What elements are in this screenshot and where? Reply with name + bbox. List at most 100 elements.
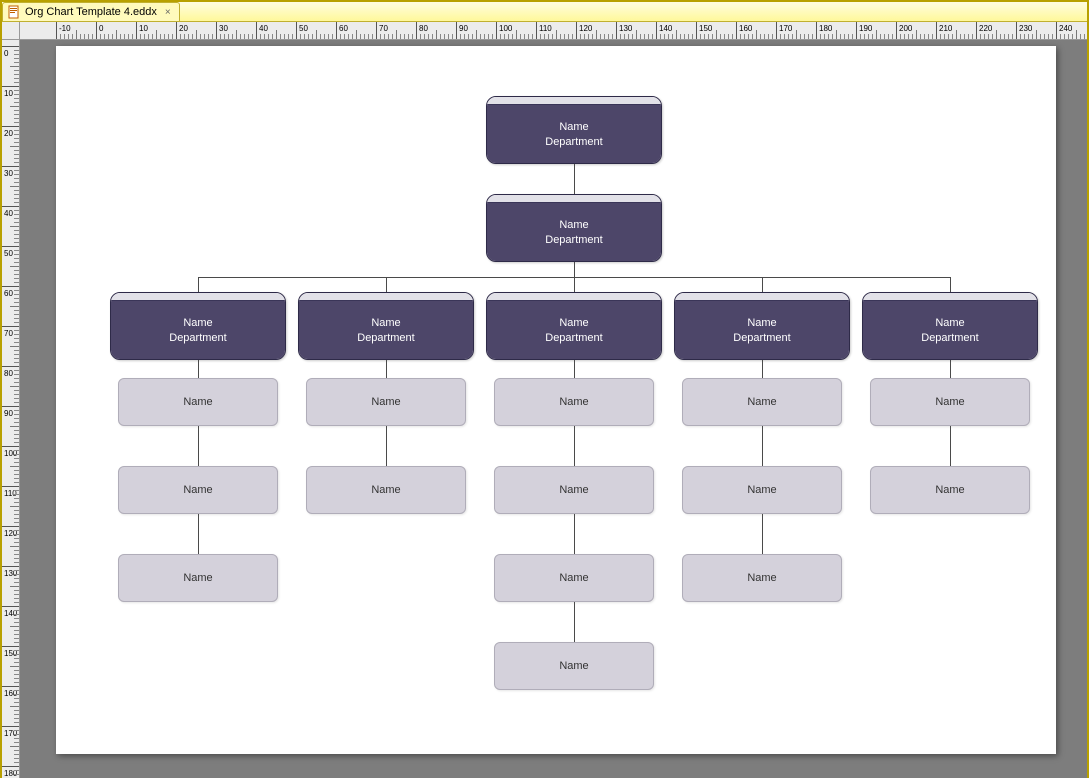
org-col-2-name-0[interactable]: Name	[494, 378, 654, 426]
ruler-h-tick: 190	[856, 22, 857, 40]
org-col-2-name-1[interactable]: Name	[494, 466, 654, 514]
ruler-v-tick: 170	[2, 726, 20, 727]
ruler-v-minor	[14, 270, 19, 271]
canvas-area[interactable]: NameDepartmentNameDepartmentNameDepartme…	[20, 40, 1087, 778]
ruler-h-minor	[108, 34, 109, 39]
page[interactable]: NameDepartmentNameDepartmentNameDepartme…	[56, 46, 1056, 754]
ruler-v-minor	[14, 298, 19, 299]
ruler-h-minor	[788, 34, 789, 39]
ruler-h-minor	[836, 30, 837, 39]
ruler-h-minor	[784, 34, 785, 39]
ruler-v-tick: 110	[2, 486, 20, 487]
ruler-v-tick: 160	[2, 686, 20, 687]
ruler-h-minor	[144, 34, 145, 39]
org-col-3-name-1[interactable]: Name	[682, 466, 842, 514]
dept-cap	[863, 293, 1037, 301]
ruler-h-tick: 180	[816, 22, 817, 40]
ruler-v-minor	[14, 614, 19, 615]
ruler-v-tick: 180	[2, 766, 20, 767]
ruler-h-minor	[828, 34, 829, 39]
ruler-h-minor	[668, 34, 669, 39]
ruler-h-minor	[800, 34, 801, 39]
ruler-h-minor	[1084, 34, 1085, 39]
ruler-h-minor	[948, 34, 949, 39]
ruler-h-minor	[752, 34, 753, 39]
ruler-h-tick: 200	[896, 22, 897, 40]
ruler-h-minor	[448, 34, 449, 39]
connector-line	[574, 514, 575, 554]
ruler-h-minor	[156, 30, 157, 39]
org-col-1-name-0[interactable]: Name	[306, 378, 466, 426]
ruler-h-minor	[568, 34, 569, 39]
dept-cap	[111, 293, 285, 301]
org-col-3-name-2[interactable]: Name	[682, 554, 842, 602]
ruler-h-minor	[848, 34, 849, 39]
ruler-h-minor	[508, 34, 509, 39]
close-icon[interactable]: ×	[165, 7, 171, 18]
org-second[interactable]: NameDepartment	[486, 194, 662, 262]
ruler-h-tick: 60	[336, 22, 337, 40]
ruler-v-minor	[14, 630, 19, 631]
ruler-v-minor	[10, 226, 19, 227]
connector-line	[198, 277, 199, 292]
ruler-h-minor	[396, 30, 397, 39]
org-col-4-dept[interactable]: NameDepartment	[862, 292, 1038, 360]
ruler-h-minor	[1060, 34, 1061, 39]
name-label: Name	[935, 484, 964, 496]
ruler-h-minor	[64, 34, 65, 39]
org-col-0-dept[interactable]: NameDepartment	[110, 292, 286, 360]
ruler-h-minor	[640, 34, 641, 39]
ruler-v-minor	[14, 82, 19, 83]
ruler-v-minor	[14, 650, 19, 651]
ruler-h-tick: 110	[536, 22, 537, 40]
org-col-0-name-0[interactable]: Name	[118, 378, 278, 426]
ruler-h-minor	[1008, 34, 1009, 39]
ruler-horizontal[interactable]: -100102030405060708090100110120130140150…	[20, 22, 1087, 40]
connector-line	[574, 602, 575, 642]
ruler-vertical[interactable]: 0102030405060708090100110120130140150160…	[2, 40, 20, 778]
ruler-h-minor	[476, 30, 477, 39]
ruler-h-minor	[804, 34, 805, 39]
dept-cap	[299, 293, 473, 301]
dept-name-label: Name	[371, 316, 400, 331]
document-tab[interactable]: Org Chart Template 4.eddx ×	[2, 2, 180, 21]
ruler-v-minor	[14, 690, 19, 691]
ruler-h-minor	[880, 34, 881, 39]
ruler-h-minor	[268, 34, 269, 39]
org-col-0-name-2[interactable]: Name	[118, 554, 278, 602]
ruler-v-minor	[14, 234, 19, 235]
ruler-h-minor	[904, 34, 905, 39]
ruler-h-minor	[224, 34, 225, 39]
ruler-v-minor	[14, 618, 19, 619]
org-col-2-name-3[interactable]: Name	[494, 642, 654, 690]
ruler-h-minor	[964, 34, 965, 39]
ruler-h-minor	[124, 34, 125, 39]
ruler-v-minor	[14, 730, 19, 731]
org-col-2-dept[interactable]: NameDepartment	[486, 292, 662, 360]
org-col-4-name-0[interactable]: Name	[870, 378, 1030, 426]
org-col-0-name-1[interactable]: Name	[118, 466, 278, 514]
ruler-h-minor	[384, 34, 385, 39]
ruler-v-minor	[14, 158, 19, 159]
ruler-v-minor	[14, 110, 19, 111]
ruler-h-minor	[292, 34, 293, 39]
ruler-h-minor	[264, 34, 265, 39]
ruler-v-minor	[14, 642, 19, 643]
ruler-h-minor	[148, 34, 149, 39]
org-root[interactable]: NameDepartment	[486, 96, 662, 164]
ruler-h-minor	[1000, 34, 1001, 39]
org-col-4-name-1[interactable]: Name	[870, 466, 1030, 514]
org-col-3-name-0[interactable]: Name	[682, 378, 842, 426]
org-col-3-dept[interactable]: NameDepartment	[674, 292, 850, 360]
ruler-h-minor	[712, 34, 713, 39]
ruler-h-minor	[208, 34, 209, 39]
ruler-h-minor	[1080, 34, 1081, 39]
org-col-1-dept[interactable]: NameDepartment	[298, 292, 474, 360]
ruler-h-tick: 150	[696, 22, 697, 40]
ruler-v-minor	[10, 586, 19, 587]
org-col-1-name-1[interactable]: Name	[306, 466, 466, 514]
ruler-h-minor	[552, 34, 553, 39]
org-col-2-name-2[interactable]: Name	[494, 554, 654, 602]
ruler-v-minor	[10, 146, 19, 147]
ruler-h-tick: 30	[216, 22, 217, 40]
